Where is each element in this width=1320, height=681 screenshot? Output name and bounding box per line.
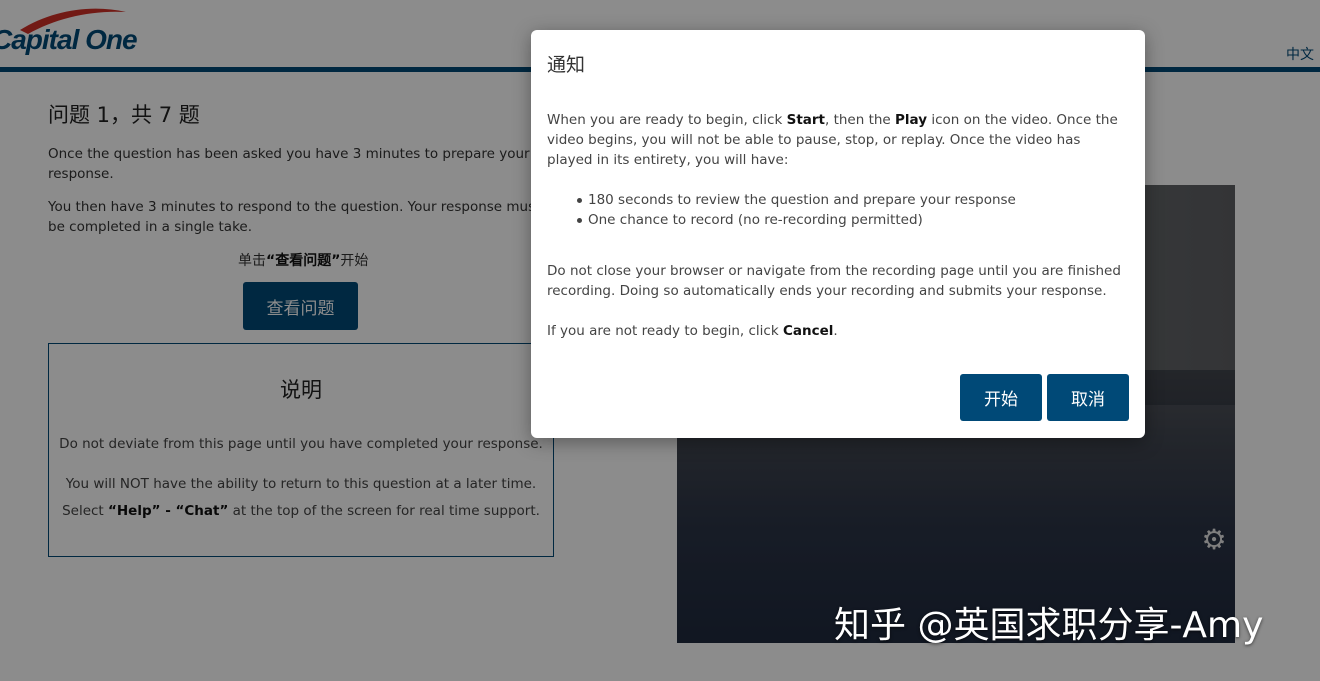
cancel-button[interactable]: 取消 — [1047, 374, 1129, 421]
p1-start-word: Start — [786, 112, 825, 128]
notice-dialog: 通知 When you are ready to begin, click St… — [531, 30, 1145, 438]
p3-a: If you are not ready to begin, click — [547, 323, 783, 339]
dialog-instructions: When you are ready to begin, click Start… — [547, 110, 1127, 170]
p1-c: , then the — [825, 112, 896, 128]
list-item: 180 seconds to review the question and p… — [547, 190, 1127, 210]
p1-a: When you are ready to begin, click — [547, 112, 787, 128]
p1-play-word: Play — [895, 112, 928, 128]
dialog-title: 通知 — [547, 54, 586, 76]
p3-cancel-word: Cancel — [782, 323, 834, 339]
dialog-cancel-hint: If you are not ready to begin, click Can… — [547, 321, 1127, 341]
watermark-text: 知乎 @英国求职分享-Amy — [834, 605, 1264, 646]
start-button[interactable]: 开始 — [960, 374, 1042, 421]
dialog-bullet-list: 180 seconds to review the question and p… — [547, 190, 1127, 230]
p3-c: . — [833, 323, 838, 339]
dialog-warning: Do not close your browser or navigate fr… — [547, 263, 1121, 299]
list-item: One chance to record (no re-recording pe… — [547, 210, 1127, 230]
